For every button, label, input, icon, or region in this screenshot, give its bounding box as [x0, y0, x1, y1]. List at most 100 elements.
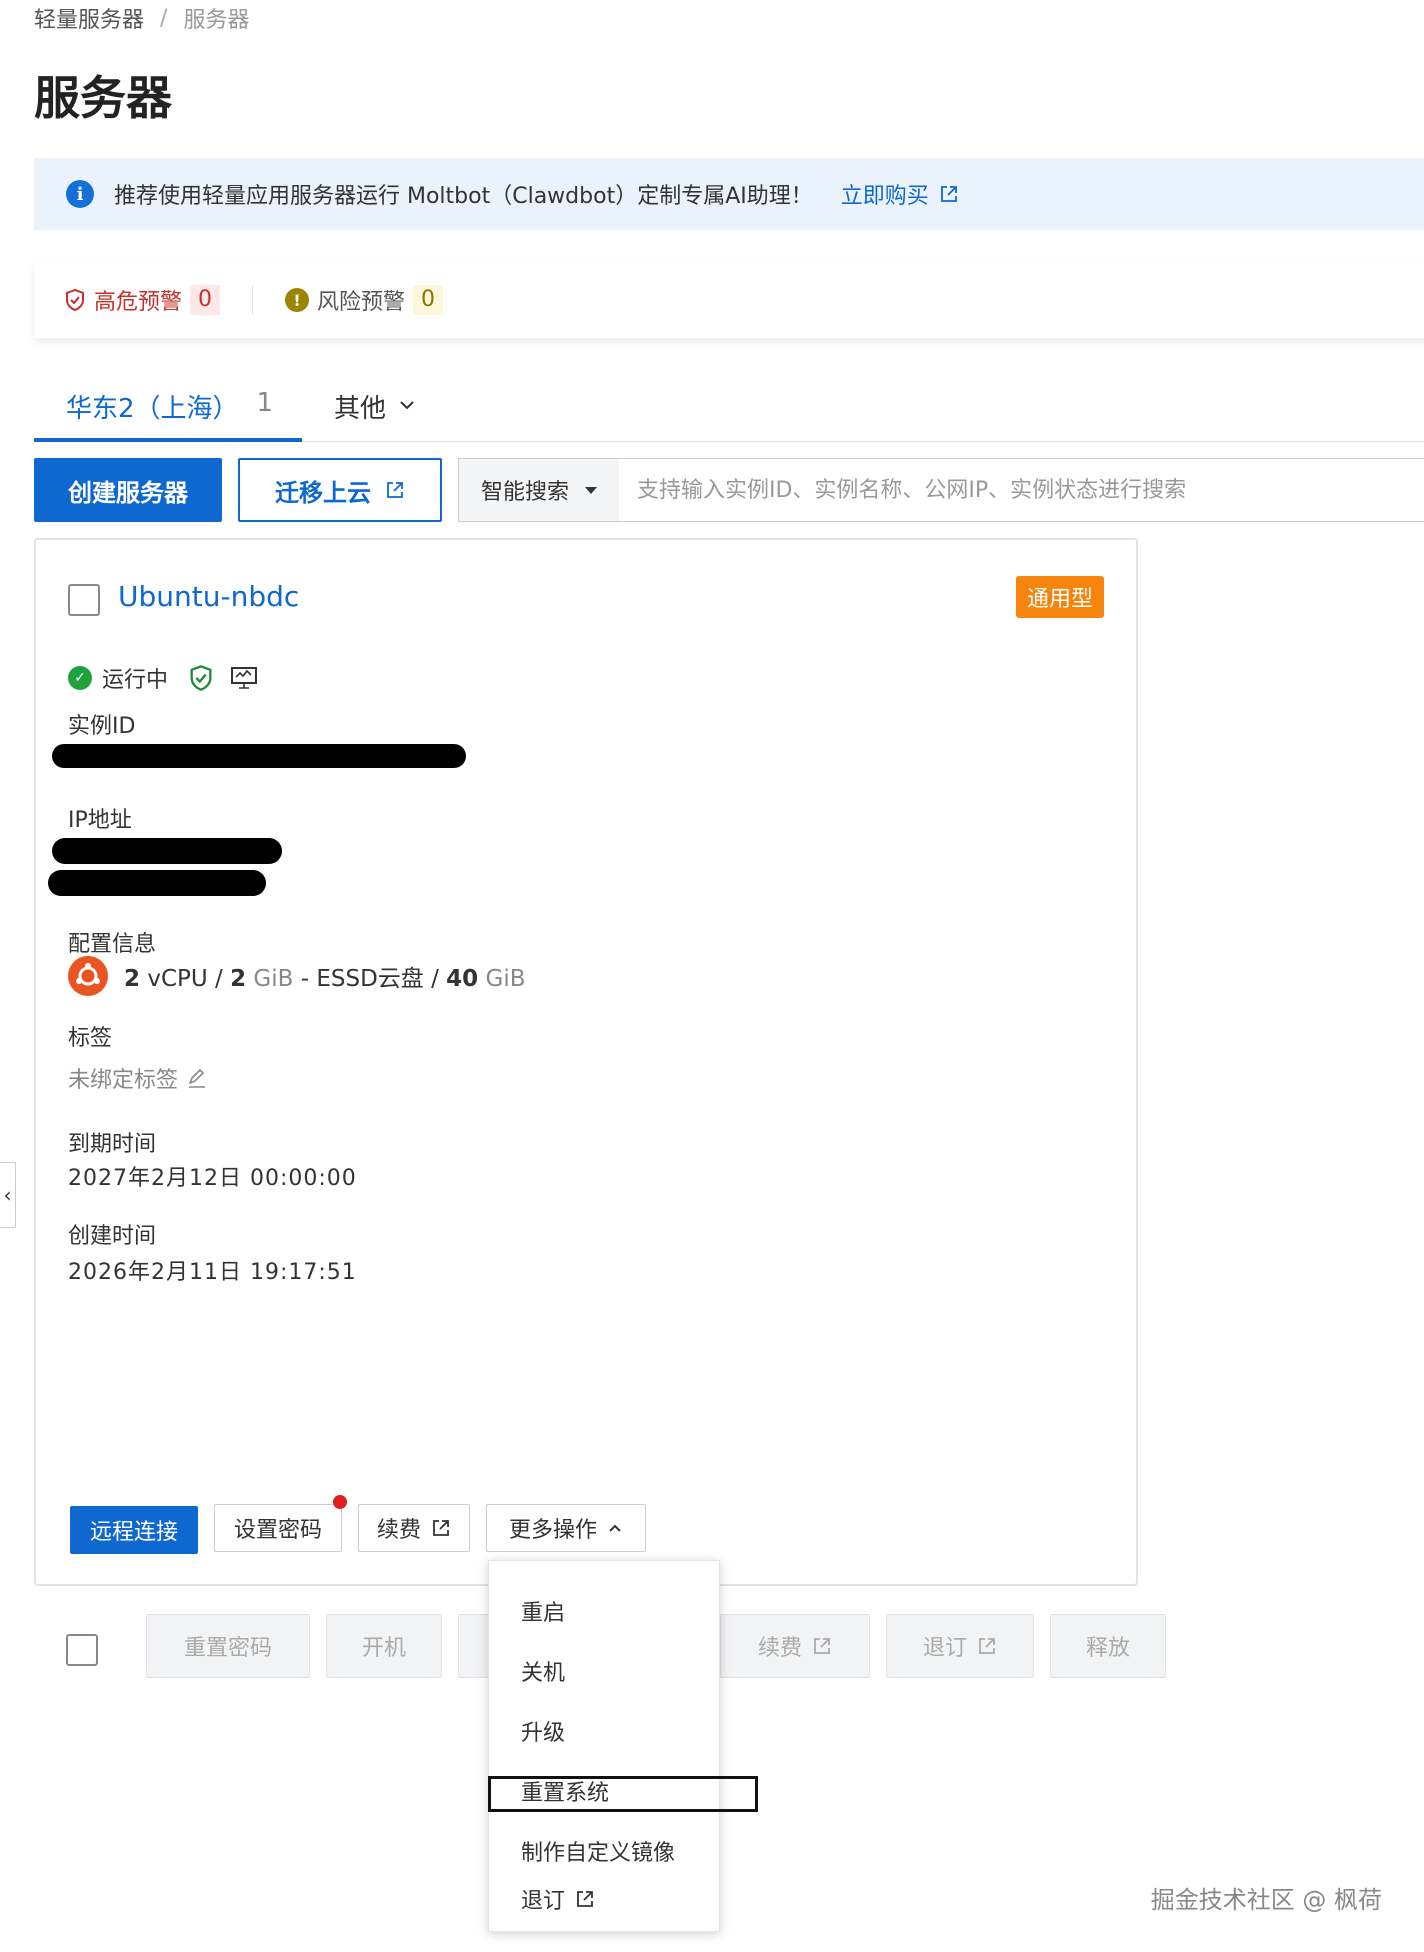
- promo-banner: i 推荐使用轻量应用服务器运行 Moltbot（Clawdbot）定制专属AI助…: [34, 158, 1424, 230]
- edit-icon[interactable]: [186, 1067, 208, 1089]
- expire-label: 到期时间: [68, 1132, 157, 1157]
- batch-renew-label: 续费: [757, 1636, 802, 1661]
- tab-other[interactable]: 其他: [334, 380, 416, 442]
- banner-text: 推荐使用轻量应用服务器运行 Moltbot（Clawdbot）定制专属AI助理！: [114, 184, 813, 209]
- chevron-up-icon: [609, 1524, 621, 1532]
- instance-name-link[interactable]: Ubuntu-nbdc: [118, 580, 299, 613]
- ip-redacted-1: [52, 838, 282, 864]
- tag-row: 未绑定标签: [68, 1062, 208, 1094]
- breadcrumb-current: 服务器: [183, 8, 250, 33]
- high-risk-label: 高危预警: [94, 290, 183, 315]
- external-link-icon: [814, 1638, 830, 1654]
- ip-label: IP地址: [68, 808, 132, 833]
- instance-id-redacted: [52, 744, 466, 768]
- notification-dot: [333, 1495, 347, 1509]
- config-info: 2 vCPU / 2 GiB - ESSD云盘 / 40 GiB: [68, 956, 526, 996]
- instance-card: Ubuntu-nbdc 通用型 ✓ 运行中 实例ID IP地址 配置信息 2 v…: [34, 538, 1138, 1586]
- create-server-button[interactable]: 创建服务器: [34, 458, 222, 522]
- tab-east-china-2[interactable]: 华东2（上海） 1: [34, 380, 302, 442]
- batch-unsubscribe-label: 退订: [922, 1636, 967, 1661]
- cpu-unit: vCPU: [147, 966, 208, 992]
- external-link-icon: [940, 186, 957, 202]
- menu-item-restart[interactable]: 重启: [521, 1595, 565, 1627]
- page-title: 服务器: [34, 71, 172, 125]
- more-actions-button[interactable]: 更多操作: [486, 1504, 646, 1552]
- config-dash: -: [300, 966, 310, 992]
- migrate-button[interactable]: 迁移上云: [238, 458, 442, 522]
- cpu-count: 2: [124, 966, 141, 992]
- memory-unit: GiB: [253, 966, 294, 992]
- chevron-left-icon: ‹: [3, 1183, 12, 1207]
- tab-other-label: 其他: [334, 394, 387, 424]
- breadcrumb-separator: /: [160, 5, 168, 31]
- menu-item-custom-image[interactable]: 制作自定义镜像: [521, 1835, 675, 1867]
- instance-id-label: 实例ID: [68, 714, 136, 739]
- instance-type-badge: 通用型: [1016, 576, 1104, 618]
- renew-button[interactable]: 续费: [358, 1504, 470, 1552]
- created-value: 2026年2月11日 19:17:51: [68, 1260, 357, 1285]
- menu-item-upgrade[interactable]: 升级: [521, 1715, 565, 1747]
- batch-unsubscribe-button[interactable]: 退订: [886, 1614, 1034, 1678]
- breadcrumb: 轻量服务器 / 服务器: [34, 2, 249, 34]
- ubuntu-logo-icon: [68, 956, 108, 996]
- warning-icon: !: [285, 288, 310, 312]
- more-actions-label: 更多操作: [508, 1518, 597, 1543]
- config-slash-2: /: [431, 966, 439, 992]
- risk-label: 风险预警: [317, 290, 406, 315]
- tag-label: 标签: [68, 1026, 113, 1051]
- config-label: 配置信息: [68, 932, 157, 957]
- external-link-icon: [433, 1520, 449, 1536]
- batch-release-button[interactable]: 释放: [1050, 1614, 1166, 1678]
- buy-now-label: 立即购买: [840, 184, 929, 209]
- search-type-label: 智能搜索: [481, 480, 570, 505]
- search-type-select[interactable]: 智能搜索: [459, 459, 619, 521]
- config-text: 2 vCPU / 2 GiB - ESSD云盘 / 40 GiB: [124, 959, 526, 993]
- menu-unsubscribe-label: 退订: [521, 1889, 566, 1914]
- sidebar-collapse-handle[interactable]: ‹: [0, 1162, 16, 1228]
- check-circle-icon: ✓: [68, 666, 92, 690]
- reset-system-highlight: [488, 1776, 758, 1812]
- renew-label: 续费: [376, 1518, 421, 1543]
- disk-type: ESSD云盘: [316, 966, 424, 992]
- config-slash-1: /: [215, 966, 223, 992]
- batch-reset-password-button[interactable]: 重置密码: [146, 1614, 310, 1678]
- instance-checkbox[interactable]: [68, 584, 100, 616]
- search-input[interactable]: [619, 459, 1419, 521]
- search-box: 智能搜索: [458, 458, 1424, 522]
- external-link-icon: [979, 1638, 995, 1654]
- risk-alert[interactable]: ! 风险预警 0: [285, 284, 444, 316]
- status-row: ✓ 运行中: [68, 662, 258, 694]
- tag-value: 未绑定标签: [68, 1068, 179, 1093]
- buy-now-link[interactable]: 立即购买: [841, 178, 959, 210]
- alerts-bar: 高危预警 0 ! 风险预警 0: [34, 262, 1424, 338]
- high-risk-count: 0: [190, 285, 221, 315]
- shield-check-icon[interactable]: [188, 664, 214, 692]
- set-password-button[interactable]: 设置密码: [214, 1504, 342, 1552]
- memory-size: 2: [230, 966, 247, 992]
- expire-value: 2027年2月12日 00:00:00: [68, 1166, 357, 1191]
- migrate-label: 迁移上云: [275, 478, 371, 507]
- chevron-down-icon: [400, 401, 414, 410]
- tab-region-count: 1: [256, 388, 274, 418]
- high-risk-alert[interactable]: 高危预警 0: [64, 284, 221, 316]
- external-link-icon: [387, 482, 403, 498]
- tab-region-label: 华东2（上海）: [66, 394, 239, 424]
- shield-alert-icon: [66, 288, 84, 312]
- breadcrumb-parent-link[interactable]: 轻量服务器: [34, 2, 144, 34]
- remote-connect-button[interactable]: 远程连接: [70, 1506, 198, 1554]
- created-label: 创建时间: [68, 1224, 157, 1249]
- more-actions-menu: 重启 关机 升级 重置系统 制作自定义镜像 退订: [488, 1560, 720, 1932]
- alerts-divider: [252, 286, 254, 314]
- select-all-checkbox[interactable]: [66, 1634, 98, 1666]
- menu-item-shutdown[interactable]: 关机: [521, 1655, 565, 1687]
- status-text: 运行中: [102, 668, 169, 693]
- info-icon: i: [66, 180, 94, 208]
- monitor-icon[interactable]: [230, 666, 258, 690]
- menu-item-unsubscribe[interactable]: 退订: [521, 1883, 595, 1915]
- risk-count: 0: [413, 285, 444, 315]
- disk-size: 40: [446, 966, 479, 992]
- batch-renew-button[interactable]: 续费: [720, 1614, 870, 1678]
- caret-down-icon: [585, 486, 598, 494]
- batch-start-button[interactable]: 开机: [326, 1614, 442, 1678]
- disk-unit: GiB: [485, 966, 526, 992]
